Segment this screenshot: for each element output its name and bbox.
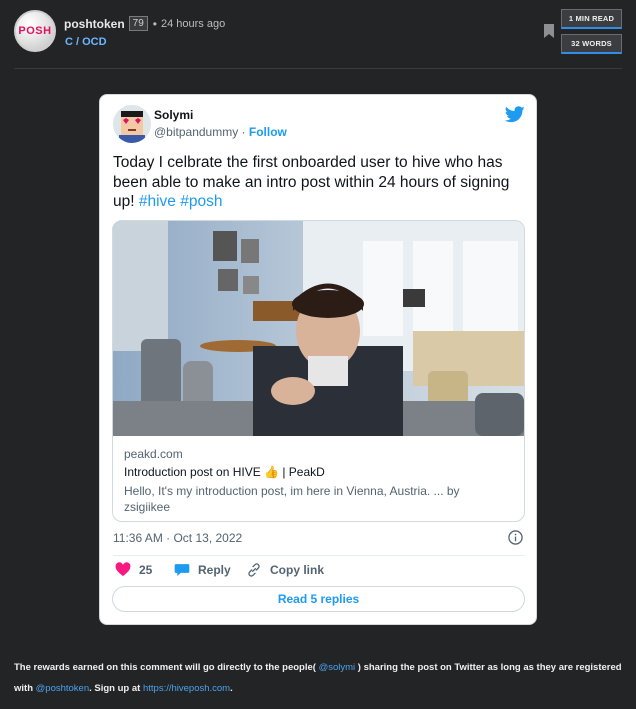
heart-icon bbox=[115, 562, 131, 577]
post-time: 24 hours ago bbox=[161, 17, 226, 30]
reply-label: Reply bbox=[198, 562, 231, 577]
community-link[interactable]: C / OCD bbox=[65, 36, 107, 48]
reputation-badge: 79 bbox=[128, 16, 148, 31]
word-count-badge: 32 WORDS bbox=[561, 34, 622, 54]
tweet-timestamp[interactable]: 11:36 AM · Oct 13, 2022 bbox=[113, 531, 242, 545]
mention-poshtoken[interactable]: @poshtoken bbox=[36, 683, 89, 694]
mention-solymi[interactable]: @solymi bbox=[319, 662, 356, 673]
tweet-text: Today I celbrate the first onboarded use… bbox=[113, 153, 525, 212]
post-header: POSH poshtoken 79 • 24 hours ago C / OCD… bbox=[0, 0, 636, 68]
author-avatar[interactable]: POSH bbox=[14, 10, 56, 52]
link-icon bbox=[248, 563, 260, 577]
link-title: Introduction post on HIVE 👍 | PeakD bbox=[124, 465, 325, 479]
signup-link[interactable]: https://hiveposh.com bbox=[143, 683, 230, 694]
footer-text-3: . Sign up at bbox=[89, 683, 143, 694]
footer-text-1: The rewards earned on this comment will … bbox=[14, 662, 319, 673]
bookmark-icon[interactable] bbox=[544, 24, 554, 38]
hashtag-hive[interactable]: #hive bbox=[139, 193, 176, 210]
link-preview-image[interactable] bbox=[113, 221, 524, 436]
author-name[interactable]: poshtoken bbox=[64, 17, 125, 31]
like-button[interactable]: 25 bbox=[115, 562, 152, 577]
like-count: 25 bbox=[139, 562, 153, 577]
rewards-note: The rewards earned on this comment will … bbox=[14, 657, 624, 699]
copy-link-button[interactable]: Copy link bbox=[246, 562, 324, 578]
follow-link[interactable]: Follow bbox=[249, 125, 287, 139]
embedded-tweet[interactable]: Solymi @bitpandummy · Follow Today I cel… bbox=[99, 94, 537, 625]
read-replies-button[interactable]: Read 5 replies bbox=[112, 586, 525, 612]
separator-dot: • bbox=[152, 16, 157, 31]
tweet-divider bbox=[113, 555, 525, 556]
handle-separator: · bbox=[238, 125, 249, 139]
link-domain: peakd.com bbox=[124, 447, 183, 461]
header-divider bbox=[14, 68, 622, 69]
footer-text-4: . bbox=[230, 683, 233, 694]
link-preview-card[interactable]: peakd.com Introduction post on HIVE 👍 | … bbox=[112, 220, 525, 522]
reply-button[interactable]: Reply bbox=[174, 562, 231, 577]
read-time-badge: 1 MIN READ bbox=[561, 9, 622, 29]
author-row: poshtoken 79 • 24 hours ago bbox=[64, 16, 225, 31]
copy-link-label: Copy link bbox=[270, 563, 325, 577]
tweet-handle-row: @bitpandummy · Follow bbox=[154, 125, 287, 139]
info-icon[interactable] bbox=[508, 530, 523, 545]
link-description: Hello, It's my introduction post, im her… bbox=[124, 484, 460, 514]
tweet-avatar[interactable] bbox=[113, 105, 151, 143]
tweet-handle[interactable]: @bitpandummy bbox=[154, 125, 238, 139]
tweet-author-name[interactable]: Solymi bbox=[154, 108, 193, 122]
reply-bubble-icon bbox=[174, 564, 190, 577]
avatar-logo-text: POSH bbox=[18, 25, 52, 37]
hashtag-posh[interactable]: #posh bbox=[180, 193, 222, 210]
twitter-bird-icon[interactable] bbox=[505, 106, 525, 123]
